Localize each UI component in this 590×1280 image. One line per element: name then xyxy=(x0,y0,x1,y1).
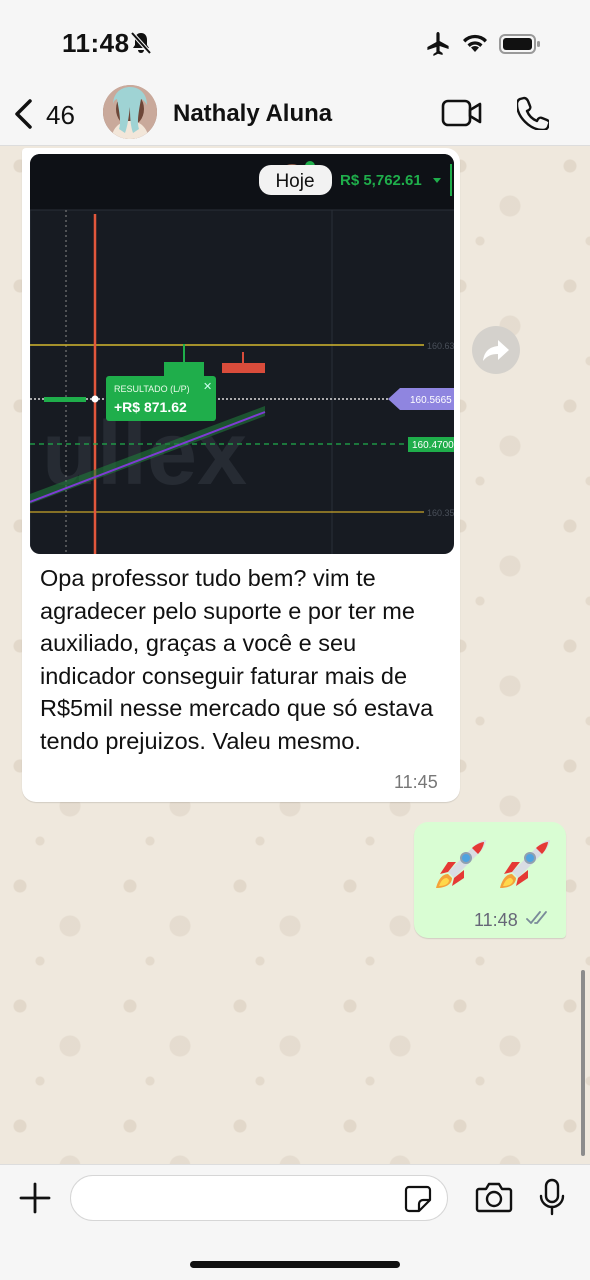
incoming-message-bubble[interactable]: ullex RESULT xyxy=(22,148,460,802)
microphone-icon[interactable] xyxy=(538,1178,566,1216)
read-receipt-icon xyxy=(526,911,547,924)
sticker-icon[interactable] xyxy=(403,1184,433,1214)
axis-label-bottom: 160.35 xyxy=(427,508,454,518)
rocket-emoji-icon xyxy=(500,840,550,888)
voice-call-icon[interactable] xyxy=(517,96,549,130)
forward-arrow-icon xyxy=(483,340,509,361)
outgoing-message-bubble[interactable]: 11:48 xyxy=(414,822,566,938)
contact-avatar[interactable] xyxy=(103,85,157,139)
price-tag-current-text: 160.5665 xyxy=(410,395,452,406)
bell-off-icon xyxy=(130,31,152,55)
message-text: Opa professor tudo bem? vim te agradecer… xyxy=(40,565,434,754)
wifi-icon xyxy=(463,34,487,52)
status-bar: 11:48 xyxy=(0,0,590,82)
result-close-icon: ✕ xyxy=(203,381,212,393)
status-time: 11:48 xyxy=(62,28,130,58)
airplane-mode-icon xyxy=(427,32,449,56)
axis-label-top: 160.63 xyxy=(427,341,454,351)
date-chip-text: Hoje xyxy=(275,171,314,192)
message-timestamp: 11:48 xyxy=(474,910,518,930)
result-label: RESULTADO (L/P) xyxy=(114,384,190,394)
battery-icon xyxy=(499,34,540,54)
contact-name[interactable]: Nathaly Aluna xyxy=(173,100,332,128)
unread-count[interactable]: 46 xyxy=(46,100,75,131)
trading-chart-image[interactable]: ullex RESULT xyxy=(30,154,454,554)
message-timestamp: 11:45 xyxy=(394,772,438,792)
attach-plus-icon[interactable] xyxy=(18,1181,52,1215)
camera-icon[interactable] xyxy=(475,1181,513,1213)
chat-header: 46 Nathaly Aluna xyxy=(0,82,590,146)
message-composer xyxy=(0,1164,590,1280)
home-indicator xyxy=(190,1261,400,1268)
result-value: +R$ 871.62 xyxy=(114,399,187,415)
scroll-indicator[interactable] xyxy=(581,970,585,1156)
avatar-photo xyxy=(103,85,157,139)
forward-button[interactable] xyxy=(472,326,520,374)
rocket-emoji-icon xyxy=(436,840,486,888)
video-call-icon[interactable] xyxy=(441,98,483,128)
message-input[interactable] xyxy=(70,1175,448,1221)
balance-value: R$ 5,762.61 xyxy=(340,172,422,189)
price-tag-green-text: 160.4700 xyxy=(412,440,454,451)
chart-svg: ullex RESULT xyxy=(30,154,454,554)
back-chevron-icon[interactable] xyxy=(12,98,34,130)
